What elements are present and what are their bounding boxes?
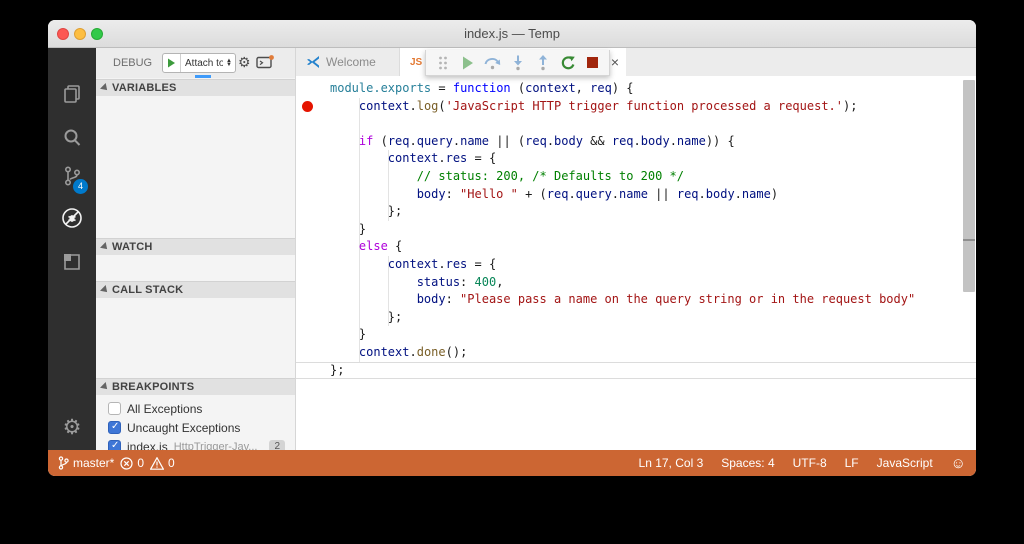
extensions-icon[interactable] (48, 242, 96, 282)
git-branch-icon (58, 456, 69, 470)
restart-button[interactable] (557, 52, 579, 74)
section-label: BREAKPOINTS (112, 381, 194, 393)
step-into-button[interactable] (507, 52, 529, 74)
code-line-17[interactable]: }; (330, 362, 915, 380)
breakpoint-label: All Exceptions (127, 402, 202, 416)
configure-gear-icon[interactable]: ⚙ (238, 54, 251, 71)
step-out-button[interactable] (532, 52, 554, 74)
scrollbar-divider (963, 239, 975, 241)
debug-console-icon[interactable] (256, 55, 274, 73)
debug-panel-header: DEBUG Attach to ▲▼ ⚙ (96, 48, 295, 78)
tab-welcome[interactable]: Welcome (296, 48, 400, 76)
focus-underline (195, 75, 211, 78)
explorer-icon[interactable] (48, 74, 96, 114)
close-tab-icon[interactable]: × (611, 54, 619, 70)
section-header-variables[interactable]: VARIABLES (96, 79, 295, 96)
indentation-setting[interactable]: Spaces: 4 (721, 456, 774, 470)
warning-icon (150, 457, 164, 470)
encoding-setting[interactable]: UTF-8 (793, 456, 827, 470)
cursor-position[interactable]: Ln 17, Col 3 (639, 456, 704, 470)
code-line-8[interactable]: }; (330, 203, 915, 221)
code-line-16[interactable]: context.done(); (330, 344, 915, 362)
debug-panel-title: DEBUG (113, 57, 152, 69)
settings-gear-icon[interactable]: ⚙ (48, 415, 96, 440)
section-label: VARIABLES (112, 82, 177, 94)
breakpoint-dot[interactable] (302, 101, 313, 112)
continue-button[interactable] (457, 52, 479, 74)
code-line-12[interactable]: status: 400, (330, 274, 915, 292)
step-over-button[interactable] (482, 52, 504, 74)
collapse-arrow-icon (100, 382, 110, 392)
vscode-window: index.js — Temp 4 (48, 20, 976, 476)
code-editor[interactable]: module.exports = function (context, req)… (296, 76, 976, 450)
toolbar-drag-handle[interactable] (432, 52, 454, 74)
collapse-arrow-icon (100, 83, 110, 93)
code-line-1[interactable]: module.exports = function (context, req)… (330, 80, 915, 98)
start-debug-icon[interactable] (163, 54, 181, 72)
debug-sidebar: DEBUG Attach to ▲▼ ⚙ VARIABLES (96, 48, 296, 450)
code-line-14[interactable]: }; (330, 309, 915, 327)
debug-toolbar (425, 50, 610, 76)
breakpoints-body: All Exceptions Uncaught Exceptions index… (96, 395, 295, 450)
section-label: WATCH (112, 241, 153, 253)
error-count[interactable]: 0 (120, 456, 144, 470)
titlebar: index.js — Temp (48, 20, 976, 48)
branch-name: master* (73, 456, 114, 470)
code-line-6[interactable]: // status: 200, /* Defaults to 200 */ (330, 168, 915, 186)
variables-body (96, 96, 295, 238)
collapse-arrow-icon (100, 242, 110, 252)
breakpoint-row-all-exceptions[interactable]: All Exceptions (96, 399, 295, 418)
error-icon (120, 457, 133, 470)
section-header-breakpoints[interactable]: BREAKPOINTS (96, 378, 295, 395)
breakpoint-row-uncaught-exceptions[interactable]: Uncaught Exceptions (96, 418, 295, 437)
section-label: CALL STACK (112, 284, 183, 296)
collapse-arrow-icon (100, 285, 110, 295)
debug-icon[interactable] (48, 198, 96, 238)
source-control-icon[interactable]: 4 (48, 156, 96, 196)
checkbox-unchecked[interactable] (108, 402, 121, 415)
tab-label: Welcome (326, 55, 376, 69)
language-mode[interactable]: JavaScript (877, 456, 933, 470)
code-line-2[interactable]: context.log('JavaScript HTTP trigger fun… (330, 98, 915, 116)
breakpoint-label: Uncaught Exceptions (127, 421, 240, 435)
code-line-4[interactable]: if (req.query.name || (req.body && req.b… (330, 133, 915, 151)
status-bar: master* 0 0 Ln 17, Col 3 Spaces: 4 UTF-8… (48, 450, 976, 476)
window-title: index.js — Temp (48, 20, 976, 48)
debug-config-label: Attach to (181, 58, 223, 69)
warning-count-value: 0 (168, 456, 175, 470)
git-branch-status[interactable]: master* (58, 456, 114, 470)
editor-group: Welcome JS index.js × module.exports = f… (296, 48, 976, 450)
editor-scrollbar[interactable] (963, 80, 975, 292)
feedback-smiley-icon[interactable]: ☺ (951, 456, 966, 471)
code-line-9[interactable]: } (330, 221, 915, 239)
tab-bar: Welcome JS index.js × (296, 48, 976, 76)
code-line-11[interactable]: context.res = { (330, 256, 915, 274)
checkbox-checked[interactable] (108, 421, 121, 434)
code-line-10[interactable]: else { (330, 238, 915, 256)
code-line-3[interactable] (330, 115, 915, 133)
error-count-value: 0 (137, 456, 144, 470)
javascript-file-icon: JS (410, 57, 422, 68)
search-icon[interactable] (48, 118, 96, 158)
code-content: module.exports = function (context, req)… (330, 80, 915, 379)
warning-count[interactable]: 0 (150, 456, 175, 470)
code-line-13[interactable]: body: "Please pass a name on the query s… (330, 291, 915, 309)
dropdown-stepper-icon: ▲▼ (223, 59, 235, 67)
watch-body (96, 255, 295, 281)
vscode-logo-icon (306, 55, 320, 69)
section-header-watch[interactable]: WATCH (96, 238, 295, 255)
call-stack-body (96, 298, 295, 378)
code-line-5[interactable]: context.res = { (330, 150, 915, 168)
code-line-15[interactable]: } (330, 326, 915, 344)
debug-config-dropdown[interactable]: Attach to ▲▼ (162, 53, 236, 73)
stop-button[interactable] (582, 52, 604, 74)
eol-setting[interactable]: LF (845, 456, 859, 470)
code-line-7[interactable]: body: "Hello " + (req.query.name || req.… (330, 186, 915, 204)
section-header-call-stack[interactable]: CALL STACK (96, 281, 295, 298)
source-control-badge: 4 (73, 179, 88, 194)
activity-bar: 4 ⚙ (48, 48, 96, 450)
